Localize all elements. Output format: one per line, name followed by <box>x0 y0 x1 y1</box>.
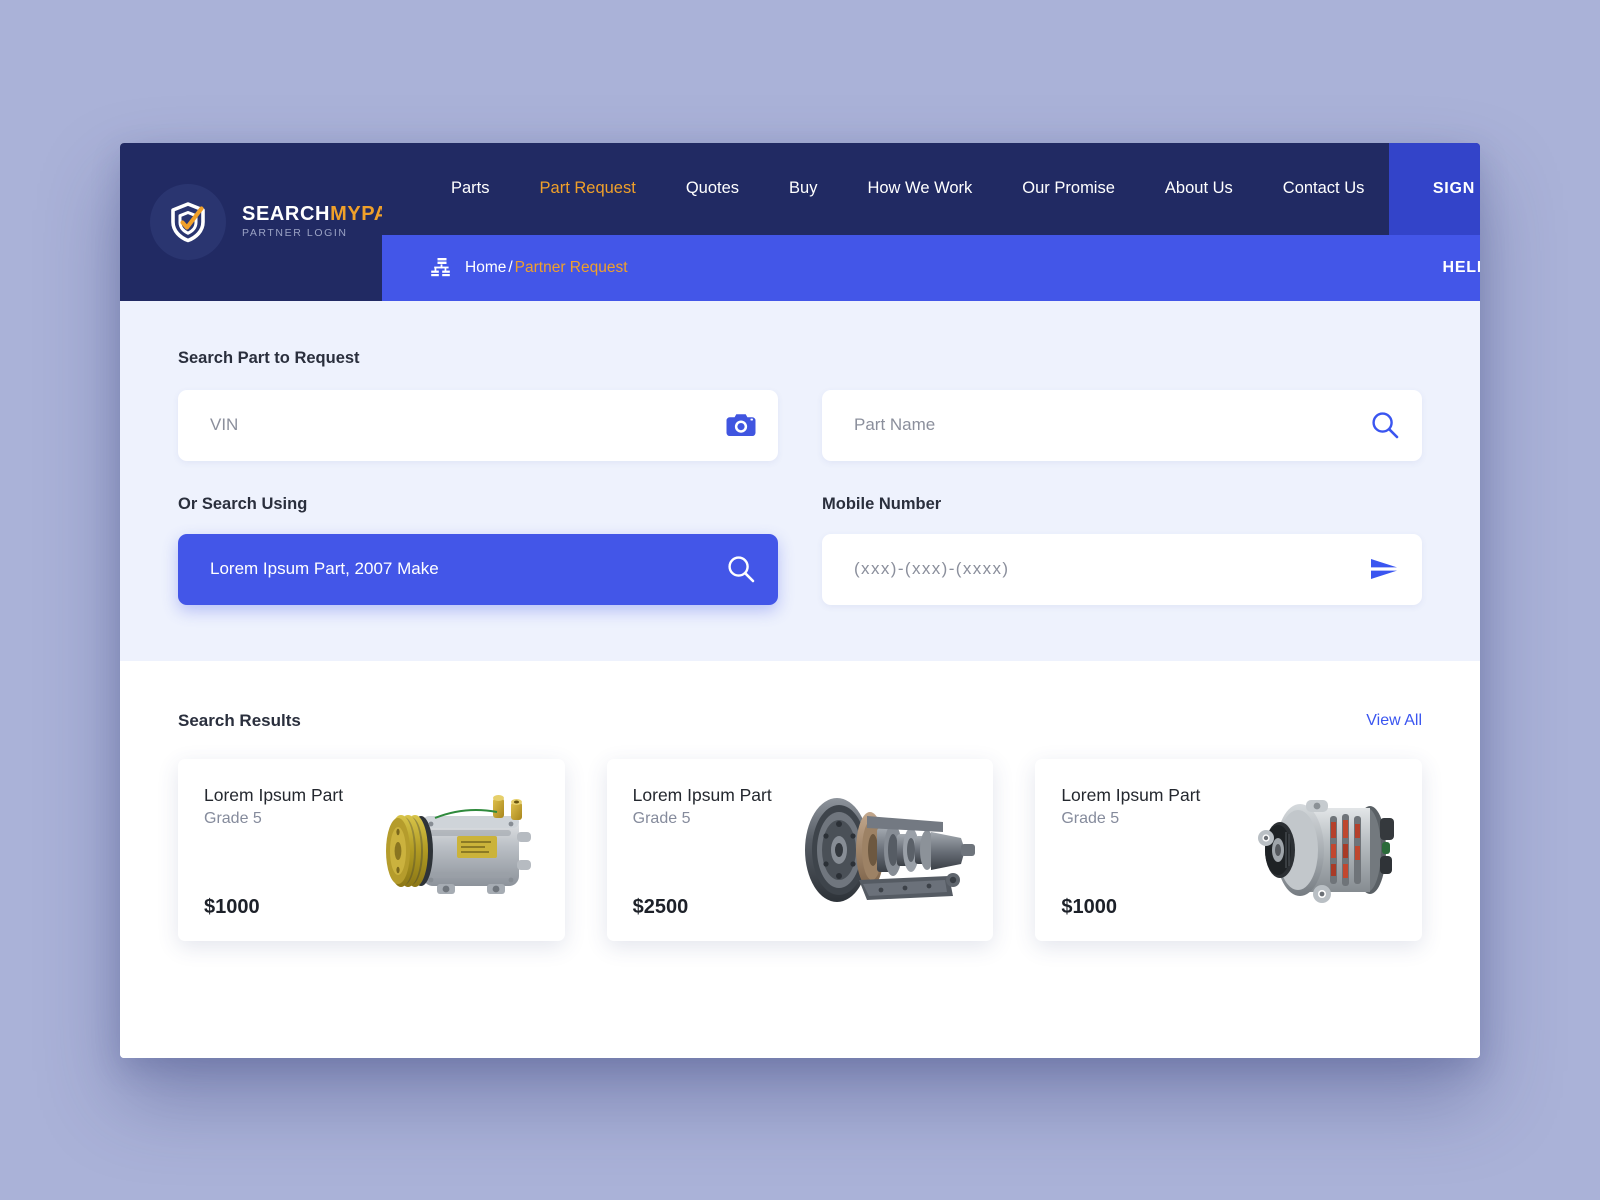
nav-links: Parts Part Request Quotes Buy How We Wor… <box>382 143 1389 235</box>
search-fields-row-1 <box>178 389 1422 461</box>
card-price: $1000 <box>204 895 260 918</box>
or-search-input[interactable] <box>210 559 716 579</box>
or-search-label: Or Search Using <box>178 494 308 513</box>
nav-item-about-us[interactable]: About Us <box>1140 179 1258 198</box>
nav-item-buy[interactable]: Buy <box>764 179 842 198</box>
vin-field[interactable] <box>178 389 778 461</box>
help-button[interactable]: HELP <box>1389 234 1480 301</box>
result-card[interactable]: Lorem Ipsum Part Grade 5 $1000 <box>178 758 565 941</box>
mobile-number-input[interactable] <box>854 559 1358 579</box>
vin-input[interactable] <box>210 415 716 435</box>
or-search-field[interactable] <box>178 533 778 605</box>
card-part-name: Lorem Ipsum Part <box>1061 784 1201 805</box>
app-window: SEARCHMYPART PARTNER LOGIN Parts Part Re… <box>120 142 1480 1058</box>
header-right: Parts Part Request Quotes Buy How We Wor… <box>382 142 1480 301</box>
view-all-link[interactable]: View All <box>1366 712 1422 730</box>
or-search-group: Or Search Using <box>178 495 778 605</box>
result-card[interactable]: Lorem Ipsum Part Grade 5 $1000 <box>1035 758 1422 941</box>
results-header: Search Results View All <box>178 711 1422 731</box>
mobile-number-group: Mobile Number <box>822 495 1422 605</box>
search-panel: Search Part to Request VIN Part Name Or … <box>120 300 1480 661</box>
breadcrumb-bar: Home/Partner Request HELP <box>382 234 1480 301</box>
search-heading: Search Part to Request <box>178 348 360 367</box>
result-card[interactable]: Lorem Ipsum Part Grade 5 $2500 <box>606 758 994 941</box>
brand-name-part1: SEARCH <box>242 202 331 225</box>
nav-item-parts[interactable]: Parts <box>426 179 515 198</box>
card-price: $1000 <box>1061 895 1117 918</box>
camera-icon[interactable] <box>726 412 756 438</box>
search-fields-row-2: Or Search Using Mobile Number <box>178 495 1422 605</box>
search-icon[interactable] <box>726 554 756 584</box>
shield-check-icon <box>165 199 211 245</box>
breadcrumb-current: Partner Request <box>514 258 628 276</box>
send-icon[interactable] <box>1368 556 1400 582</box>
part-name-input[interactable] <box>854 415 1360 435</box>
card-grade: Grade 5 <box>1061 809 1120 827</box>
results-section: Search Results View All Lorem Ipsum Part… <box>120 660 1480 1058</box>
search-icon[interactable] <box>1370 410 1400 440</box>
logo-badge <box>150 183 226 260</box>
card-price: $2500 <box>632 895 689 918</box>
card-grade: Grade 5 <box>632 809 691 827</box>
mobile-number-field[interactable] <box>822 533 1422 605</box>
results-cards: Lorem Ipsum Part Grade 5 $1000 Lorem Ips… <box>178 758 1422 941</box>
sign-in-button[interactable]: SIGN IN <box>1389 142 1480 235</box>
header: SEARCHMYPART PARTNER LOGIN Parts Part Re… <box>120 142 1480 301</box>
mobile-number-label: Mobile Number <box>822 494 942 513</box>
card-grade: Grade 5 <box>204 809 262 827</box>
breadcrumb-text: Home / Partner Request <box>465 259 628 277</box>
nav-item-part-request[interactable]: Part Request <box>515 179 661 198</box>
brand-block[interactable]: SEARCHMYPART PARTNER LOGIN <box>120 142 416 301</box>
breadcrumb: Home / Partner Request <box>382 235 1389 301</box>
breadcrumb-home[interactable]: Home <box>465 259 506 276</box>
nav-item-our-promise[interactable]: Our Promise <box>997 179 1140 198</box>
sitemap-icon <box>430 257 452 279</box>
card-part-name: Lorem Ipsum Part <box>204 784 344 805</box>
nav-item-how-we-work[interactable]: How We Work <box>842 179 997 198</box>
nav-item-contact-us[interactable]: Contact Us <box>1258 179 1390 198</box>
part-name-field[interactable] <box>822 389 1422 461</box>
main-navigation: Parts Part Request Quotes Buy How We Wor… <box>382 142 1480 235</box>
results-title: Search Results <box>178 710 301 730</box>
nav-item-quotes[interactable]: Quotes <box>661 179 764 198</box>
card-part-name: Lorem Ipsum Part <box>632 784 772 805</box>
breadcrumb-separator: / <box>508 258 513 276</box>
